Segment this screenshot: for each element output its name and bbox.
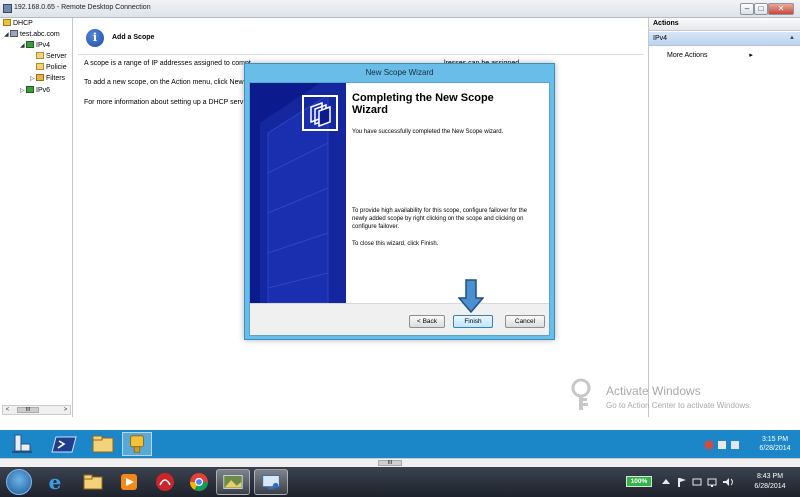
rdc-window-title: 192.168.0.65 - Remote Desktop Connection [14, 4, 151, 11]
ipv6-icon [26, 86, 34, 93]
filter-icon [36, 74, 44, 81]
wizard-title[interactable]: New Scope Wizard [245, 64, 554, 82]
activate-windows-subtitle: Go to Action Center to activate Windows. [606, 401, 752, 410]
system-tray-icons[interactable] [660, 476, 740, 488]
pointer-arrow-icon [458, 279, 484, 313]
clock-date[interactable]: 6/28/2014 [746, 483, 794, 490]
scope-description-text: A scope is a range of IP addresses assig… [84, 60, 251, 67]
dhcp-icon [3, 19, 11, 26]
svg-text:e: e [49, 470, 62, 494]
remote-tray-icons[interactable] [704, 439, 744, 451]
ipv4-icon [26, 41, 34, 48]
internet-explorer-icon[interactable]: e [38, 469, 72, 495]
remote-desktop-icon[interactable] [254, 469, 288, 495]
activate-windows-title: Activate Windows [606, 384, 701, 398]
tree-item-policies[interactable]: Policie [36, 63, 67, 72]
pdf-reader-icon[interactable] [148, 469, 182, 495]
remote-clock-date[interactable]: 6/28/2014 [752, 445, 798, 452]
media-player-icon[interactable] [112, 469, 146, 495]
battery-indicator[interactable]: 100% [626, 476, 652, 487]
minimize-button[interactable]: – [740, 3, 754, 15]
file-explorer-icon[interactable] [88, 432, 118, 456]
wizard-button-bar: < Back Finish Cancel [250, 303, 549, 335]
server-manager-icon[interactable] [6, 432, 36, 456]
server-icon [10, 30, 18, 37]
actions-section-ipv4[interactable]: IPv4 ▲ [649, 32, 800, 46]
clock-time[interactable]: 8:43 PM [746, 473, 794, 480]
rdc-app-icon [3, 4, 12, 13]
image-viewer-icon[interactable] [216, 469, 250, 495]
new-scope-wizard-dialog: New Scope Wizard Completing the New Scop… [244, 63, 555, 340]
powershell-icon[interactable] [50, 432, 80, 456]
remote-taskbar: 3:15 PM 6/28/2014 [0, 430, 800, 458]
scroll-thumb[interactable]: III [378, 460, 402, 466]
finish-button[interactable]: Finish [453, 315, 493, 328]
windows-explorer-icon[interactable] [76, 469, 110, 495]
tree-item-ipv6[interactable]: ▷ IPv6 [20, 86, 50, 96]
remote-clock-time[interactable]: 3:15 PM [752, 436, 798, 443]
add-scope-instructions-text: To add a new scope, on the Action menu, … [84, 79, 244, 86]
wizard-body: Completing the New Scope Wizard You have… [249, 82, 550, 336]
center-header: Add a Scope [112, 34, 155, 41]
info-icon: i [86, 29, 104, 47]
tree-horizontal-scrollbar[interactable]: < III > [2, 405, 71, 415]
folder-icon [36, 63, 44, 70]
scroll-right-arrow[interactable]: > [61, 406, 70, 414]
tree-item-dhcp[interactable]: DHCP [3, 19, 33, 28]
actions-header: Actions [649, 18, 800, 31]
rdc-horizontal-scrollbar[interactable]: III [0, 458, 800, 467]
wizard-failover-text: To provide high availability for this sc… [352, 208, 528, 230]
scroll-thumb[interactable]: III [17, 407, 39, 413]
console-tree-pane: DHCP ◢ test.abc.com ◢ IPv4 Server Policie … [0, 18, 73, 417]
chrome-icon[interactable] [182, 469, 216, 495]
collapse-icon[interactable]: ▲ [789, 35, 795, 41]
wizard-heading: Completing the New Scope Wizard [352, 92, 494, 116]
scroll-left-arrow[interactable]: < [3, 406, 12, 414]
start-button[interactable] [6, 469, 32, 495]
wizard-banner [250, 83, 346, 303]
folder-icon [36, 52, 44, 59]
wizard-pages-icon [302, 95, 338, 131]
wizard-close-instructions: To close this wizard, click Finish. [352, 241, 439, 247]
cancel-button[interactable]: Cancel [505, 315, 545, 328]
submenu-arrow-icon: ▸ [749, 52, 753, 59]
more-info-text: For more information about setting up a … [84, 99, 244, 106]
maximize-button[interactable]: □ [754, 3, 768, 15]
actions-pane: Actions IPv4 ▲ More Actions ▸ [648, 18, 800, 417]
wizard-success-text: You have successfully completed the New … [352, 129, 504, 135]
key-watermark-icon [571, 378, 591, 410]
tree-item-ipv4[interactable]: ◢ IPv4 [20, 41, 50, 51]
tree-item-server-options[interactable]: Server [36, 52, 67, 61]
more-actions-item[interactable]: More Actions ▸ [667, 51, 753, 59]
tree-item-server[interactable]: ◢ test.abc.com [4, 30, 60, 40]
divider [78, 54, 644, 55]
tree-item-filters[interactable]: ▷ Filters [30, 74, 65, 84]
dhcp-console-icon[interactable] [122, 432, 152, 456]
back-button[interactable]: < Back [409, 315, 445, 328]
local-taskbar: e 100% 8:43 PM 6/28/2014 [0, 467, 800, 497]
close-button[interactable]: ✕ [768, 3, 794, 15]
